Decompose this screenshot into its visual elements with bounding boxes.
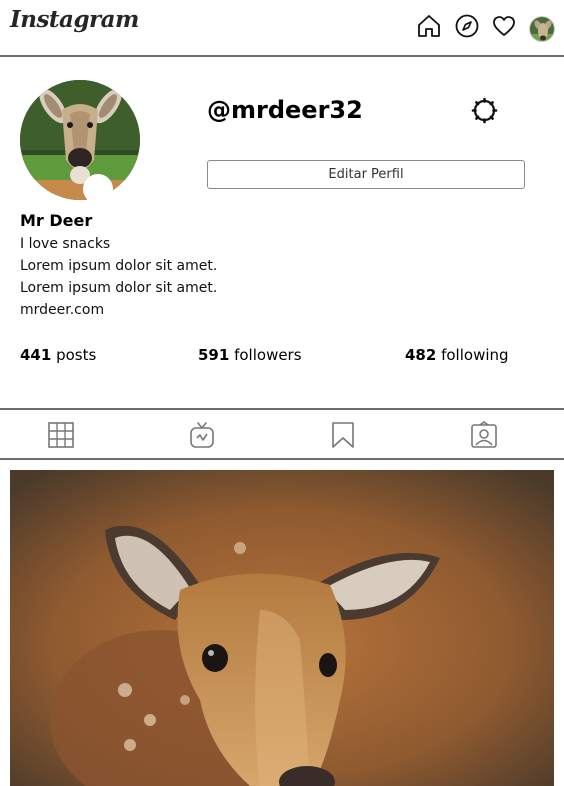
followers-stat[interactable]: 591 followers [198,346,302,364]
deer-profile-image [20,80,140,200]
posts-stat[interactable]: 441 posts [20,346,96,364]
followers-label: followers [234,346,302,364]
grid-icon[interactable] [47,421,75,449]
posts-label: posts [56,346,97,364]
tagged-icon[interactable] [470,421,498,449]
bio-line: Lorem ipsum dolor sit amet. [20,258,218,274]
post-image[interactable] [10,470,554,786]
profile-tabs [0,408,564,460]
deer-post-image [10,470,554,786]
bio-line: Lorem ipsum dolor sit amet. [20,280,218,296]
following-count: 482 [405,346,437,364]
followers-count: 591 [198,346,230,364]
following-stat[interactable]: 482 following [405,346,509,364]
deer-avatar-image [530,17,554,41]
profile-avatar[interactable] [529,16,555,42]
saved-bookmark-icon[interactable] [329,421,357,449]
bio-line: I love snacks [20,236,111,252]
igtv-icon[interactable] [188,421,216,449]
home-icon[interactable] [416,13,442,39]
posts-count: 441 [20,346,52,364]
following-label: following [441,346,509,364]
profile-picture[interactable] [20,80,140,200]
username: @mrdeer32 [207,96,363,124]
instagram-logo[interactable]: Instagram [10,6,139,33]
website-link[interactable]: mrdeer.com [20,302,104,318]
top-navigation-bar: Instagram [0,0,564,57]
heart-icon[interactable] [491,13,517,39]
edit-profile-button[interactable]: Editar Perfil [207,160,525,189]
settings-gear-icon[interactable] [471,97,498,124]
profile-picture-badge [83,174,113,204]
explore-compass-icon[interactable] [454,13,480,39]
full-name: Mr Deer [20,211,93,230]
